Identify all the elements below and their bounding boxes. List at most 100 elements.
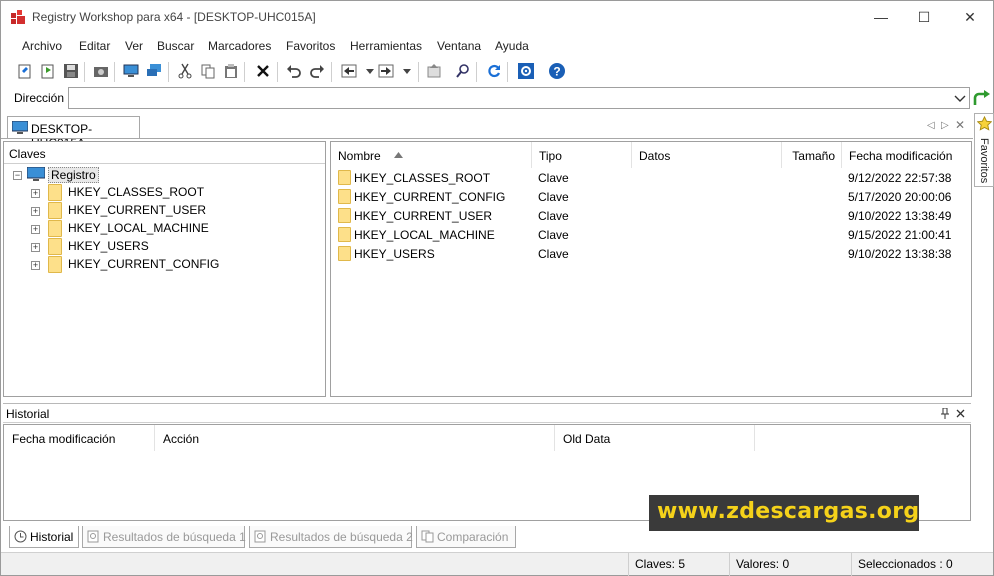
app-icon: [11, 10, 25, 24]
column-header-tipo[interactable]: Tipo: [532, 142, 632, 168]
table-row[interactable]: HKEY_USERS Clave 9/10/2022 13:38:38: [331, 244, 971, 263]
table-row[interactable]: HKEY_CURRENT_CONFIG Clave 5/17/2020 20:0…: [331, 187, 971, 206]
row-name: HKEY_CURRENT_USER: [354, 209, 493, 223]
address-dropdown-icon[interactable]: [952, 90, 968, 106]
tab-close-icon[interactable]: ✕: [955, 118, 965, 132]
column-header-fecha[interactable]: Fecha modificación: [842, 142, 962, 168]
back-icon[interactable]: [339, 61, 359, 81]
tree-item[interactable]: + HKEY_CURRENT_CONFIG: [30, 256, 320, 274]
refresh-icon[interactable]: [484, 61, 504, 81]
menu-herramientas[interactable]: Herramientas: [350, 39, 422, 53]
folder-icon: [338, 208, 351, 223]
menu-marcadores[interactable]: Marcadores: [208, 39, 271, 53]
expand-icon[interactable]: +: [31, 225, 40, 234]
history-column-accion[interactable]: Acción: [155, 425, 555, 451]
expand-icon[interactable]: +: [31, 189, 40, 198]
table-row[interactable]: HKEY_LOCAL_MACHINE Clave 9/15/2022 21:00…: [331, 225, 971, 244]
menu-archivo[interactable]: Archivo: [22, 39, 62, 53]
tree-item[interactable]: + HKEY_LOCAL_MACHINE: [30, 220, 320, 238]
tree-item-label: HKEY_CURRENT_USER: [68, 203, 207, 217]
tree-root-registro[interactable]: − Registro: [12, 166, 312, 184]
history-title: Historial: [6, 407, 50, 421]
favorites-sidebar[interactable]: Favoritos: [974, 113, 994, 187]
history-column-old-data[interactable]: Old Data: [555, 425, 755, 451]
paste-icon[interactable]: [221, 61, 241, 81]
history-header: Historial: [3, 403, 971, 423]
computer-icon[interactable]: [121, 61, 141, 81]
cut-icon[interactable]: [175, 61, 195, 81]
favorites-label: Favoritos: [978, 138, 990, 184]
export-icon[interactable]: [38, 61, 58, 81]
minimize-button[interactable]: —: [858, 1, 904, 33]
tree-item[interactable]: + HKEY_USERS: [30, 238, 320, 256]
folder-icon: [48, 184, 62, 201]
tree-item[interactable]: + HKEY_CLASSES_ROOT: [30, 184, 320, 202]
tab-historial[interactable]: Historial: [9, 526, 79, 548]
column-header-nombre[interactable]: Nombre: [331, 142, 532, 168]
menu-ventana[interactable]: Ventana: [437, 39, 481, 53]
settings-icon[interactable]: [516, 61, 536, 81]
tree-item[interactable]: + HKEY_CURRENT_USER: [30, 202, 320, 220]
address-input[interactable]: [68, 87, 970, 109]
close-icon[interactable]: [956, 409, 965, 418]
table-row[interactable]: HKEY_CLASSES_ROOT Clave 9/12/2022 22:57:…: [331, 168, 971, 187]
keys-panel-header: Claves: [4, 142, 325, 164]
address-label: Dirección: [14, 91, 65, 105]
menu-buscar[interactable]: Buscar: [157, 39, 194, 53]
expand-icon[interactable]: +: [31, 207, 40, 216]
folder-icon: [48, 202, 62, 219]
save-icon[interactable]: [61, 61, 81, 81]
menu-ver[interactable]: Ver: [125, 39, 143, 53]
redo-icon[interactable]: [307, 61, 327, 81]
tab-next-icon[interactable]: ▷: [941, 120, 949, 131]
maximize-button[interactable]: ☐: [901, 1, 947, 33]
doc-tab-desktop[interactable]: DESKTOP-UHC015A: [7, 116, 140, 150]
expand-icon[interactable]: +: [31, 243, 40, 252]
tab-prev-icon[interactable]: ◁: [927, 120, 935, 131]
close-button[interactable]: ✕: [947, 1, 993, 33]
expand-icon[interactable]: +: [31, 261, 40, 270]
computer-icon: [27, 167, 45, 181]
forward-dropdown-icon[interactable]: [397, 61, 417, 81]
tree-item-label: HKEY_CURRENT_CONFIG: [68, 257, 220, 271]
search-results-icon: [87, 530, 99, 543]
network-icon[interactable]: [144, 61, 164, 81]
status-claves: Claves: 5: [628, 553, 729, 576]
help-icon[interactable]: ?: [547, 61, 567, 81]
row-date: 9/10/2022 13:38:38: [848, 247, 952, 261]
tab-comparacion[interactable]: Comparación: [416, 526, 516, 548]
tab-resultados-2[interactable]: Resultados de búsqueda 2: [249, 526, 413, 548]
history-icon: [14, 530, 27, 543]
window-title: Registry Workshop para x64 - [DESKTOP-UH…: [32, 10, 316, 24]
row-date: 9/15/2022 21:00:41: [848, 228, 952, 242]
watermark-text: www.zdescargas.org: [657, 499, 920, 524]
forward-icon[interactable]: [376, 61, 396, 81]
menu-editar[interactable]: Editar: [79, 39, 110, 53]
column-header-datos[interactable]: Datos: [632, 142, 782, 168]
star-icon: [977, 116, 992, 131]
collapse-icon[interactable]: −: [13, 171, 22, 180]
open-reg-icon[interactable]: [15, 61, 35, 81]
parent-key-icon[interactable]: [424, 61, 444, 81]
table-row[interactable]: HKEY_CURRENT_USER Clave 9/10/2022 13:38:…: [331, 206, 971, 225]
folder-icon: [338, 170, 351, 185]
snapshot-icon[interactable]: [91, 61, 111, 81]
tab-resultados-1[interactable]: Resultados de búsqueda 1: [82, 526, 246, 548]
status-valores: Valores: 0: [729, 553, 851, 576]
copy-icon[interactable]: [198, 61, 218, 81]
tree-item-label: HKEY_USERS: [68, 239, 149, 253]
history-column-fecha[interactable]: Fecha modificación: [4, 425, 155, 451]
menu-bar: Archivo Editar Ver Buscar Marcadores Fav…: [1, 36, 993, 56]
folder-icon: [48, 256, 62, 273]
row-name: HKEY_CURRENT_CONFIG: [354, 190, 506, 204]
delete-icon[interactable]: [253, 61, 273, 81]
column-header-tamano[interactable]: Tamaño: [782, 142, 842, 168]
menu-favoritos[interactable]: Favoritos: [286, 39, 335, 53]
values-list-panel: Nombre Tipo Datos Tamaño Fecha modificac…: [330, 141, 972, 397]
keys-panel: Claves − Registro + HKEY_CLASSES_ROOT + …: [3, 141, 326, 397]
undo-icon[interactable]: [284, 61, 304, 81]
go-arrow-icon[interactable]: [973, 89, 991, 107]
search-icon[interactable]: [453, 61, 473, 81]
pin-icon[interactable]: [940, 408, 950, 419]
menu-ayuda[interactable]: Ayuda: [495, 39, 529, 53]
